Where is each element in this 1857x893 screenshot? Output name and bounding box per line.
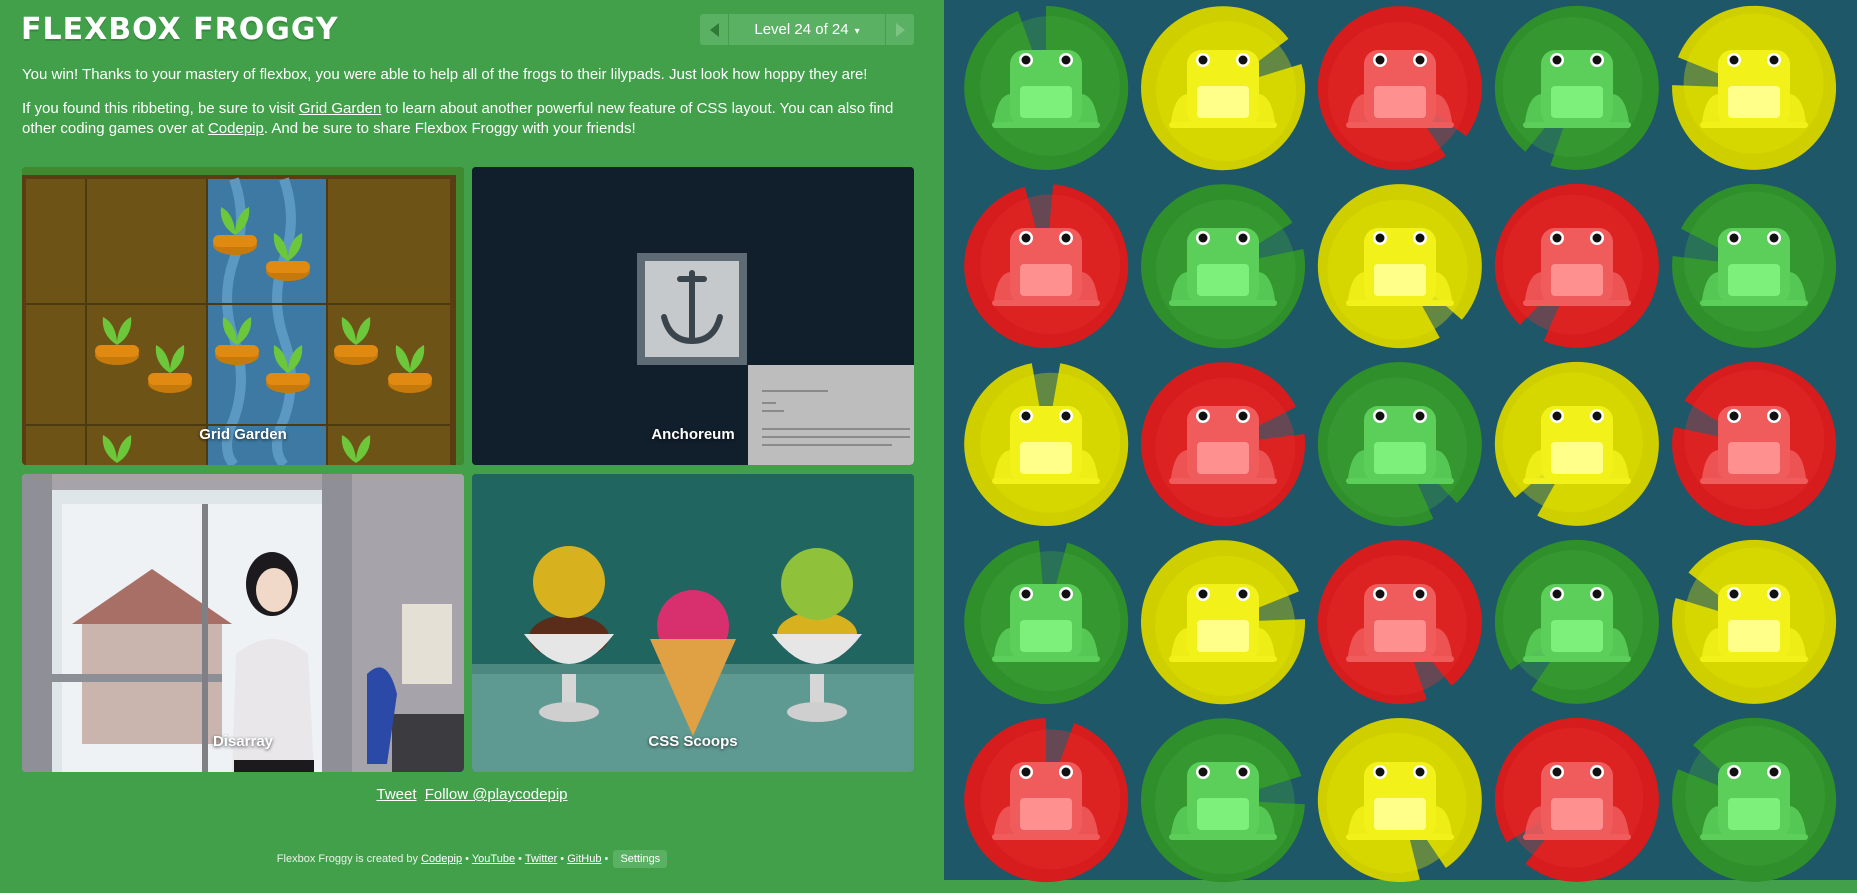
anchoreum-thumbnail [472,167,914,465]
game-card-css-scoops[interactable]: CSS Scoops [472,474,914,772]
disarray-thumbnail [22,474,464,772]
win-message: You win! Thanks to your mastery of flexb… [22,66,868,83]
pond-cell [1312,534,1488,710]
tweet-link[interactable]: Tweet [376,786,416,803]
pond-cell [1135,356,1311,532]
footer-prefix: Flexbox Froggy is created by [276,853,422,865]
pond-cell [958,534,1134,710]
game-title: FLEXBOX FROGGY [21,12,339,47]
pond-cell [1135,0,1311,176]
pond-cell [1135,178,1311,354]
game-card-anchoreum[interactable]: Anchoreum [472,167,914,465]
level-indicator-label: Level 24 of 24 [754,21,849,38]
pond-cell [1489,712,1665,888]
chevron-right-icon [895,22,905,37]
footer-youtube-link[interactable]: YouTube [472,853,515,865]
pond-cell [1489,178,1665,354]
footer-github-link[interactable]: GitHub [567,853,601,865]
level-indicator[interactable]: Level 24 of 24 ▾ [729,21,885,38]
pond-board [944,0,1857,883]
promo-text-3: . And be sure to share Flexbox Froggy wi… [263,120,636,137]
settings-button[interactable]: Settings [613,850,668,868]
pond-cell [1666,0,1842,176]
footer-separator: • [601,853,612,865]
pond-cell [1666,534,1842,710]
game-card-label: Disarray [212,733,274,750]
pond-cell [958,356,1134,532]
game-card-label: Grid Garden [199,426,287,443]
pond-cell [1312,356,1488,532]
sidebar: FLEXBOX FROGGY Level 24 of 24 ▾ You win! … [0,0,944,880]
game-card-grid-garden[interactable]: Grid Garden [22,167,464,465]
pond-cell [958,712,1134,888]
game-card-label: CSS Scoops [648,733,738,750]
pond-cell [1312,0,1488,176]
chevron-down-icon: ▾ [854,26,860,37]
footer-codepip-link[interactable]: Codepip [421,853,462,865]
footer: Flexbox Froggy is created by Codepip • Y… [0,850,944,868]
footer-twitter-link[interactable]: Twitter [525,853,557,865]
follow-link[interactable]: Follow @playcodepip [425,786,568,803]
css-scoops-thumbnail [472,474,914,772]
prev-level-button[interactable] [700,14,729,45]
pond-cell [1489,0,1665,176]
pond-cell [958,178,1134,354]
pond-cell [1135,712,1311,888]
pond-cell [1666,178,1842,354]
promo-message: If you found this ribbeting, be sure to … [22,99,922,139]
codepip-link[interactable]: Codepip [208,120,264,137]
pond-cell [1312,178,1488,354]
pond-cell [1489,356,1665,532]
next-level-button[interactable] [885,14,914,45]
pond-cell [1666,712,1842,888]
pond-cell [958,0,1134,176]
game-card-disarray[interactable]: Disarray [22,474,464,772]
pond-cell [1489,534,1665,710]
social-links: Tweet Follow @playcodepip [0,786,944,803]
footer-separator: • [515,853,525,865]
promo-text-1: If you found this ribbeting, be sure to … [22,100,299,117]
pond-cell [1135,534,1311,710]
pond-cell [1666,356,1842,532]
footer-separator: • [557,853,568,865]
pond-cell [1312,712,1488,888]
level-nav: Level 24 of 24 ▾ [700,14,914,45]
chevron-left-icon [709,22,719,37]
footer-separator: • [462,853,472,865]
game-card-label: Anchoreum [651,426,735,443]
grid-garden-thumbnail [22,167,464,465]
grid-garden-link[interactable]: Grid Garden [299,100,382,117]
